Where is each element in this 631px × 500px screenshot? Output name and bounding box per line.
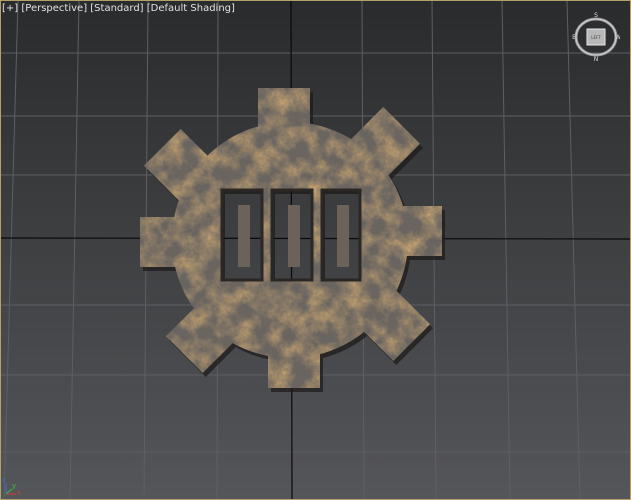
viewcube-face-label: LEFT <box>591 35 601 40</box>
perspective-viewport[interactable]: [+] [Perspective] [Standard] [Default Sh… <box>0 0 631 500</box>
viewcube[interactable]: LEFT S N E W <box>572 12 620 62</box>
viewport-menu-plus[interactable]: [+] <box>2 3 18 14</box>
gear-object[interactable] <box>0 0 631 500</box>
viewport-view-label[interactable]: [Perspective] <box>21 3 87 14</box>
axis-x-label: x <box>17 489 22 497</box>
compass-east-label: E <box>572 34 576 41</box>
compass-south-label: S <box>594 12 598 19</box>
viewport-performance-label[interactable]: [Standard] <box>90 3 143 14</box>
axis-z-label: z <box>2 476 6 484</box>
axis-tripod: x y z <box>2 474 26 498</box>
gear-rust <box>0 0 631 500</box>
compass-north-label: N <box>594 56 599 62</box>
viewport-labels: [+] [Perspective] [Standard] [Default Sh… <box>2 3 235 14</box>
viewport-shading-label[interactable]: [Default Shading] <box>147 3 235 14</box>
axis-y-label: y <box>12 482 17 490</box>
compass-west-label: W <box>615 34 620 41</box>
